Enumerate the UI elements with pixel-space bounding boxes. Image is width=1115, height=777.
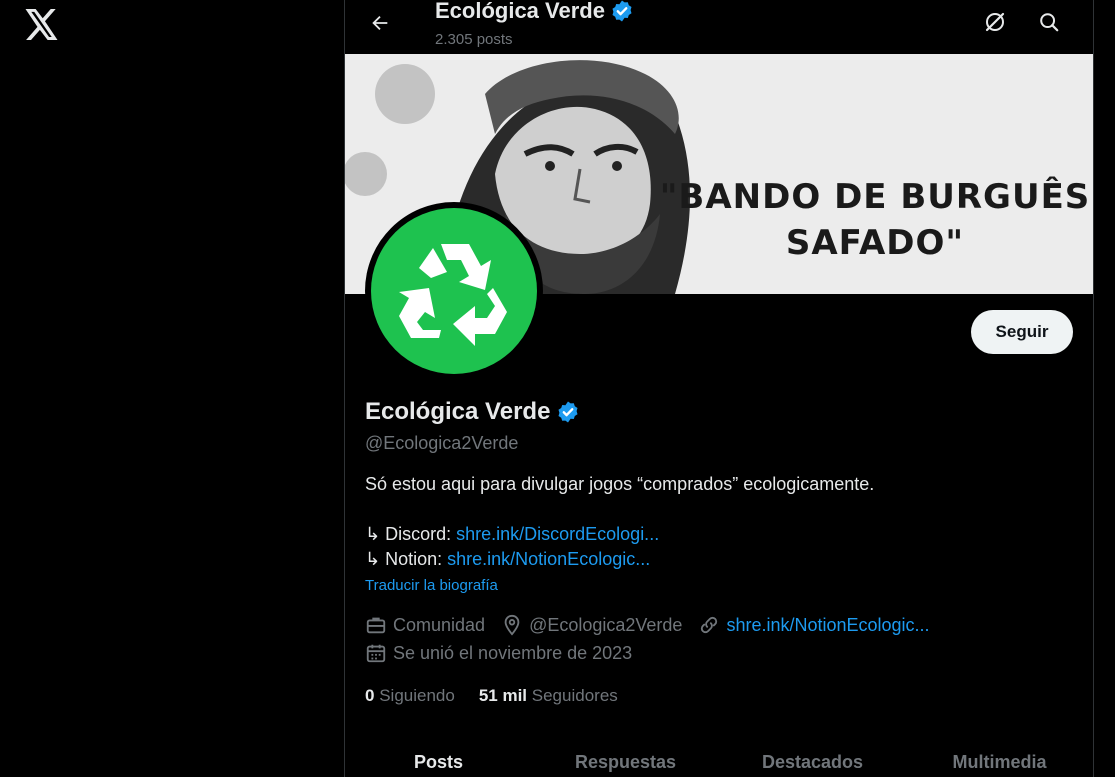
followers-count: 51 mil xyxy=(478,686,528,705)
meta-category: Comunidad xyxy=(365,614,485,636)
following-label: Siguiendo xyxy=(379,686,455,705)
posts-count: 2.305 posts xyxy=(435,31,513,48)
avatar[interactable] xyxy=(365,202,543,380)
search-icon xyxy=(1040,13,1059,32)
bio-line-prefix: ↳ Notion: xyxy=(365,549,448,569)
profile-display-name: Ecológica Verde xyxy=(365,398,551,425)
website-link[interactable]: shre.ink/NotionEcologic... xyxy=(726,615,929,636)
profile-name: Ecológica Verde xyxy=(365,398,580,426)
meta-location: @Ecologica2Verde xyxy=(501,614,682,636)
search-button[interactable] xyxy=(1031,4,1067,40)
profile-joined: Se unió el noviembre de 2023 xyxy=(365,642,648,664)
following-count: 0 xyxy=(365,686,375,705)
meta-joined-label: Se unió el noviembre de 2023 xyxy=(393,642,633,663)
followers-label: Seguidores xyxy=(531,686,618,705)
meta-website: shre.ink/NotionEcologic... xyxy=(698,614,930,636)
follow-button[interactable]: Seguir xyxy=(971,310,1073,354)
following-stat[interactable]: 0 Siguiendo xyxy=(365,686,455,706)
briefcase-icon xyxy=(366,617,386,634)
profile-tabs: Posts Respuestas Destacados Multimedia xyxy=(345,736,1093,777)
x-logo-icon[interactable] xyxy=(24,6,60,42)
profile-handle: @Ecologica2Verde xyxy=(365,433,519,453)
meta-location-label: @Ecologica2Verde xyxy=(529,614,683,635)
translate-bio-link[interactable]: Traducir la biografía xyxy=(365,577,498,594)
discord-link[interactable]: shre.ink/DiscordEcologi... xyxy=(456,524,659,544)
bio-line-prefix: ↳ Discord: xyxy=(365,524,457,544)
banner-quote-line2: SAFADO" xyxy=(785,223,965,263)
header-title: Ecológica Verde xyxy=(435,0,634,24)
calendar-icon xyxy=(366,644,386,663)
location-pin-icon xyxy=(504,614,520,636)
header-name: Ecológica Verde xyxy=(435,0,605,23)
profile-bio: Só estou aqui para divulgar jogos “compr… xyxy=(365,474,875,494)
grok-button[interactable] xyxy=(977,4,1013,40)
arrow-left-icon xyxy=(372,15,388,31)
bio-line-discord: ↳ Discord: shre.ink/DiscordEcologi... xyxy=(365,524,659,545)
follow-stats: 0 Siguiendo 51 mil Seguidores xyxy=(365,686,618,706)
verified-badge-icon xyxy=(612,0,632,22)
banner-quote-line1: "BANDO DE BURGUÊS xyxy=(659,177,1091,217)
followers-stat[interactable]: 51 mil Seguidores xyxy=(479,686,618,706)
left-navigation xyxy=(0,0,344,777)
banner-quote: "BANDO DE BURGUÊS SAFADO" xyxy=(655,174,1093,266)
link-icon xyxy=(701,616,718,634)
tab-replies[interactable]: Respuestas xyxy=(532,736,719,777)
meta-category-label: Comunidad xyxy=(393,614,486,635)
profile-header-bar: Ecológica Verde 2.305 posts xyxy=(345,0,1093,54)
avatar-image xyxy=(371,208,537,374)
notion-link[interactable]: shre.ink/NotionEcologic... xyxy=(447,549,650,569)
tab-posts[interactable]: Posts xyxy=(345,736,532,777)
tab-media[interactable]: Multimedia xyxy=(906,736,1093,777)
meta-joined: Se unió el noviembre de 2023 xyxy=(365,642,632,664)
profile-column: Ecológica Verde 2.305 posts "BANDO DE BU… xyxy=(344,0,1094,777)
back-button[interactable] xyxy=(363,6,397,40)
profile-meta: Comunidad @Ecologica2Verde shre.ink/Noti… xyxy=(365,614,946,636)
recycle-icon xyxy=(399,244,507,346)
verified-badge-icon[interactable] xyxy=(556,400,580,424)
tab-highlights[interactable]: Destacados xyxy=(719,736,906,777)
grok-icon xyxy=(985,12,1005,32)
bio-line-notion: ↳ Notion: shre.ink/NotionEcologic... xyxy=(365,549,650,570)
